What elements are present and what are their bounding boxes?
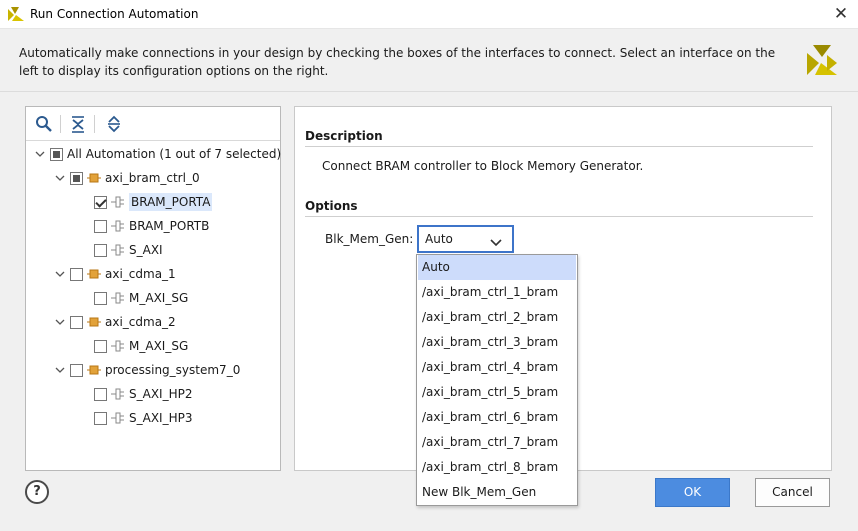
chevron-down-icon[interactable] [54,316,66,328]
tree-item-row[interactable]: BRAM_PORTB [94,215,209,237]
description-heading: Description [305,129,383,143]
dropdown-option[interactable]: /axi_bram_ctrl_3_bram [418,330,576,355]
tree-group-row[interactable]: axi_cdma_2 [54,311,176,333]
ip-block-icon [87,363,101,377]
group-checkbox[interactable] [70,315,83,329]
window-title: Run Connection Automation [30,7,199,21]
interface-port-icon [111,339,125,353]
tree-item-row[interactable]: S_AXI_HP2 [94,383,192,405]
ip-block-icon [87,267,101,281]
cancel-button[interactable]: Cancel [755,478,830,507]
options-heading: Options [305,199,358,213]
tree-group-row[interactable]: axi_bram_ctrl_0 [54,167,200,189]
interface-checkbox[interactable] [94,387,107,401]
tree-root-row[interactable]: All Automation (1 out of 7 selected) [34,143,281,165]
tree-toolbar [26,107,280,141]
interface-port-icon [111,195,125,209]
section-divider [305,216,813,217]
tree-item-row[interactable]: BRAM_PORTA [94,191,213,213]
interface-port-icon [111,411,125,425]
tree-group-label: axi_cdma_1 [105,267,176,281]
interface-checkbox[interactable] [94,339,107,353]
interface-checkbox[interactable] [94,195,107,209]
ip-block-icon [87,171,101,185]
chevron-down-icon[interactable] [34,148,46,160]
interface-port-icon [111,243,125,257]
tree-group-label: processing_system7_0 [105,363,241,377]
intro-text: Automatically make connections in your d… [19,46,776,78]
interface-port-icon [111,291,125,305]
chevron-down-icon[interactable] [54,172,66,184]
interface-checkbox[interactable] [94,243,107,257]
ok-button[interactable]: OK [655,478,730,507]
description-text: Connect BRAM controller to Block Memory … [322,159,644,173]
dropdown-option[interactable]: /axi_bram_ctrl_7_bram [418,430,576,455]
interface-checkbox[interactable] [94,219,107,233]
tree-group-label: axi_bram_ctrl_0 [105,171,200,185]
tree-group-label: axi_cdma_2 [105,315,176,329]
blk-mem-gen-label: Blk_Mem_Gen: [325,232,414,246]
tree-item-label: S_AXI [129,243,163,257]
ip-block-icon [87,315,101,329]
search-icon[interactable] [34,114,54,134]
tree-group-row[interactable]: axi_cdma_1 [54,263,176,285]
dropdown-option[interactable]: /axi_bram_ctrl_5_bram [418,380,576,405]
tree-root-label: All Automation (1 out of 7 selected) [67,147,282,161]
dropdown-option[interactable]: /axi_bram_ctrl_2_bram [418,305,576,330]
tree-item-label: S_AXI_HP2 [129,387,193,401]
toolbar-divider [60,115,61,133]
vivado-banner-logo-icon [805,43,839,80]
tree-item-label: S_AXI_HP3 [129,411,193,425]
expand-all-icon[interactable] [104,114,124,134]
tree-item-row[interactable]: M_AXI_SG [94,287,188,309]
tree-item-row[interactable]: S_AXI [94,239,163,261]
tree-item-row[interactable]: M_AXI_SG [94,335,188,357]
dropdown-option[interactable]: /axi_bram_ctrl_4_bram [418,355,576,380]
dropdown-option[interactable]: New Blk_Mem_Gen [418,480,576,505]
blk-mem-gen-dropdown: Auto /axi_bram_ctrl_1_bram /axi_bram_ctr… [416,254,578,506]
chevron-down-icon[interactable] [54,364,66,376]
interface-tree-panel: All Automation (1 out of 7 selected) axi… [25,106,281,471]
title-bar: Run Connection Automation ✕ [0,0,858,29]
group-checkbox[interactable] [70,171,83,185]
interface-checkbox[interactable] [94,411,107,425]
vivado-logo-icon [8,7,24,24]
interface-port-icon [111,219,125,233]
tree-item-label: M_AXI_SG [129,291,189,305]
tree-item-label: M_AXI_SG [129,339,189,353]
toolbar-divider [94,115,95,133]
group-checkbox[interactable] [70,267,83,281]
group-checkbox[interactable] [70,363,83,377]
help-button[interactable]: ? [25,480,49,504]
chevron-down-icon[interactable] [54,268,66,280]
dropdown-option[interactable]: Auto [418,255,576,280]
interface-port-icon [111,387,125,401]
close-button[interactable]: ✕ [832,5,850,23]
section-divider [305,146,813,147]
tree-item-label: BRAM_PORTA [129,193,213,211]
tree-group-row[interactable]: processing_system7_0 [54,359,240,381]
root-checkbox[interactable] [50,147,63,161]
collapse-all-icon[interactable] [68,114,88,134]
tree-item-label: BRAM_PORTB [129,219,210,233]
blk-mem-gen-value: Auto [425,232,453,246]
chevron-down-icon[interactable] [490,236,502,250]
intro-banner: Automatically make connections in your d… [0,30,858,92]
interface-checkbox[interactable] [94,291,107,305]
dropdown-option[interactable]: /axi_bram_ctrl_6_bram [418,405,576,430]
tree-item-row[interactable]: S_AXI_HP3 [94,407,192,429]
dropdown-option[interactable]: /axi_bram_ctrl_1_bram [418,280,576,305]
blk-mem-gen-select[interactable]: Auto [417,225,514,253]
dropdown-option[interactable]: /axi_bram_ctrl_8_bram [418,455,576,480]
